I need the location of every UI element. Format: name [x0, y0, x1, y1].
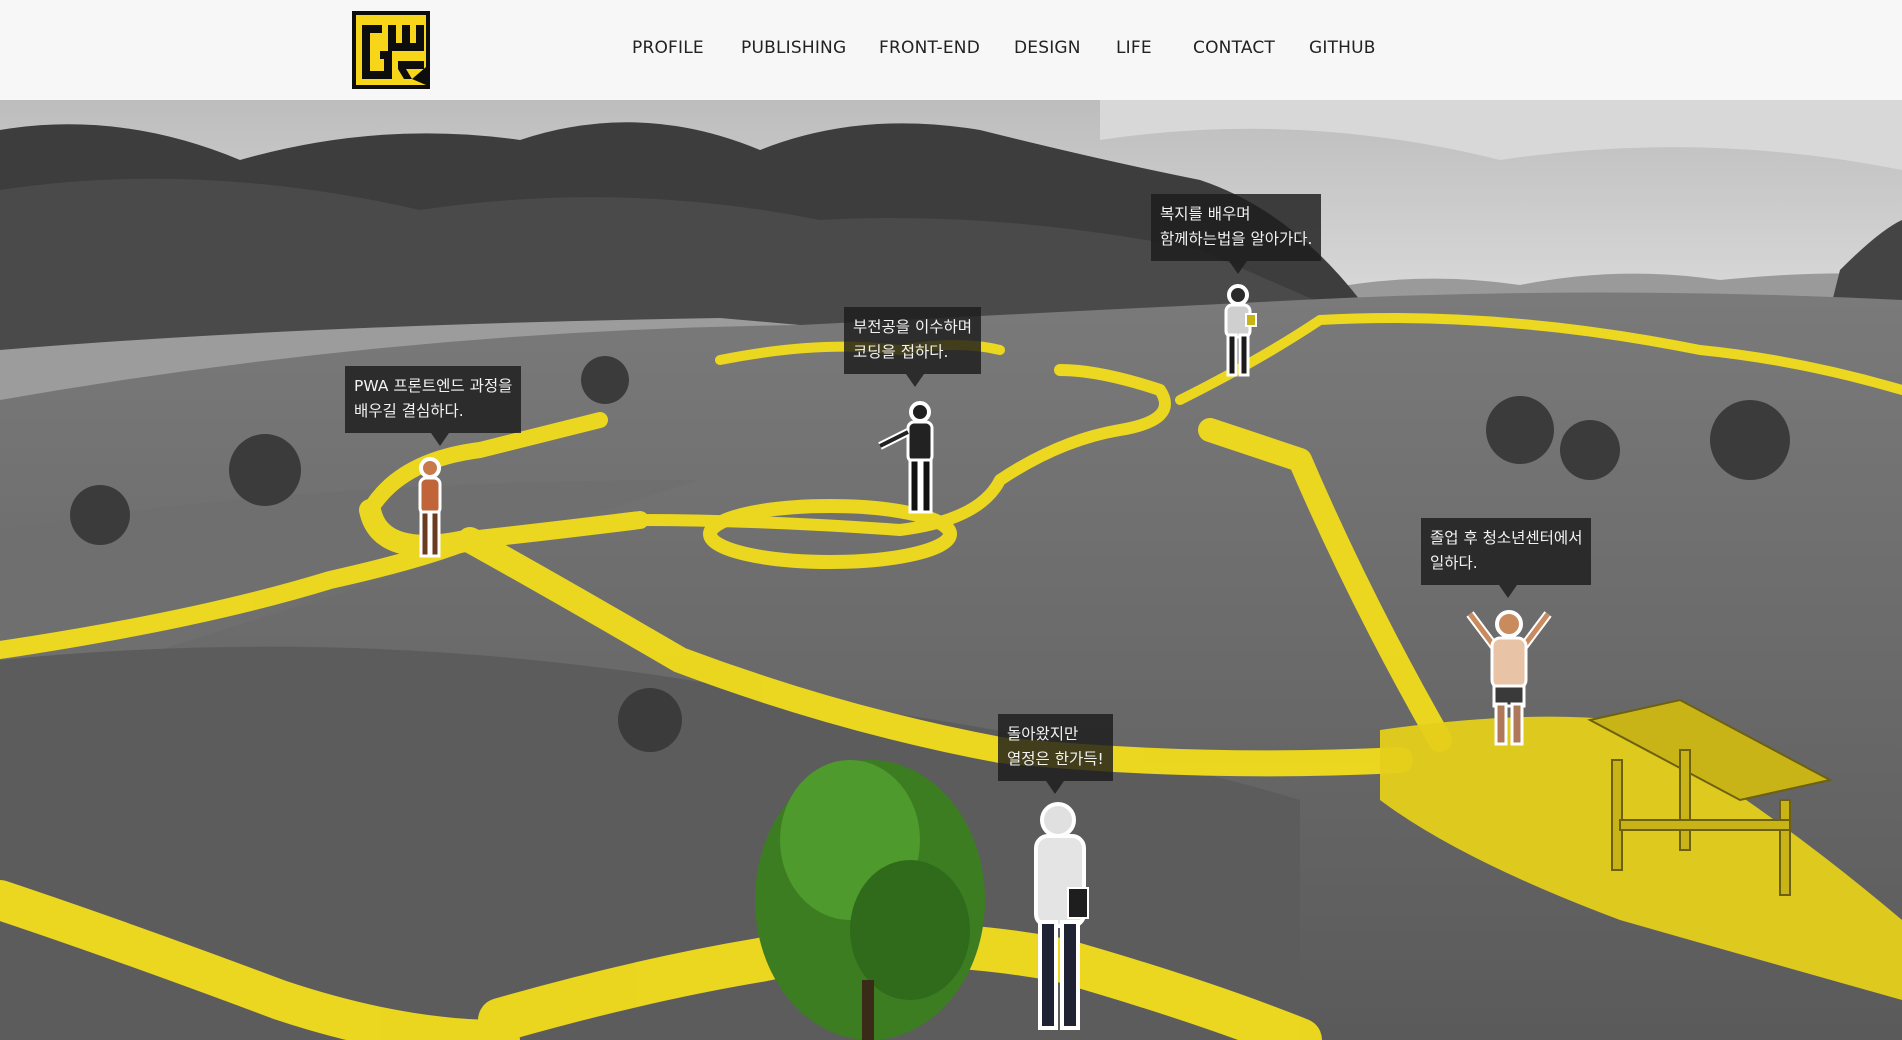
- story-bubble-welfare: 복지를 배우며 함께하는법을 알아가다.: [1151, 194, 1322, 274]
- person-figure-4: [1466, 610, 1552, 746]
- landscape-illustration: [0, 100, 1902, 1040]
- nav-life[interactable]: LIFE: [1116, 38, 1152, 58]
- nav-publishing[interactable]: PUBLISHING: [741, 38, 846, 58]
- bubble-line: 돌아왔지만: [1007, 725, 1079, 743]
- nav-profile[interactable]: PROFILE: [632, 38, 704, 58]
- bubble-line: 일하다.: [1430, 554, 1478, 572]
- bubble-line: 부전공을 이수하며: [853, 318, 973, 336]
- story-bubble-passion: 돌아왔지만 열정은 한가득!: [998, 714, 1113, 794]
- person-figure-5: [1034, 802, 1089, 1030]
- person-figure-2: [878, 401, 934, 514]
- bubble-line: 열정은 한가득!: [1007, 750, 1104, 768]
- site-logo[interactable]: [352, 11, 430, 89]
- nav-front-end[interactable]: FRONT-END: [879, 38, 980, 58]
- story-bubble-pwa: PWA 프론트엔드 과정을 배우길 결심하다.: [345, 366, 522, 446]
- nav-contact[interactable]: CONTACT: [1193, 38, 1275, 58]
- nav-design[interactable]: DESIGN: [1014, 38, 1081, 58]
- hero-scene: PWA 프론트엔드 과정을 배우길 결심하다. 부전공을 이수하며 코딩을 접하…: [0, 100, 1902, 1040]
- bubble-line: PWA 프론트엔드 과정을: [354, 377, 513, 395]
- bubble-line: 졸업 후 청소년센터에서: [1430, 529, 1583, 547]
- bubble-line: 코딩을 접하다.: [853, 343, 949, 361]
- nav-github[interactable]: GITHUB: [1309, 38, 1376, 58]
- person-figure-1: [418, 457, 442, 558]
- person-figure-3: [1224, 284, 1257, 377]
- story-bubble-minor: 부전공을 이수하며 코딩을 접하다.: [844, 307, 982, 387]
- logo-icon: [352, 11, 430, 89]
- bubble-line: 복지를 배우며: [1160, 205, 1251, 223]
- bubble-line: 배우길 결심하다.: [354, 402, 464, 420]
- bubble-line: 함께하는법을 알아가다.: [1160, 230, 1313, 248]
- site-header: PROFILE PUBLISHING FRONT-END DESIGN LIFE…: [0, 0, 1902, 100]
- story-bubble-youth-center: 졸업 후 청소년센터에서 일하다.: [1421, 518, 1592, 598]
